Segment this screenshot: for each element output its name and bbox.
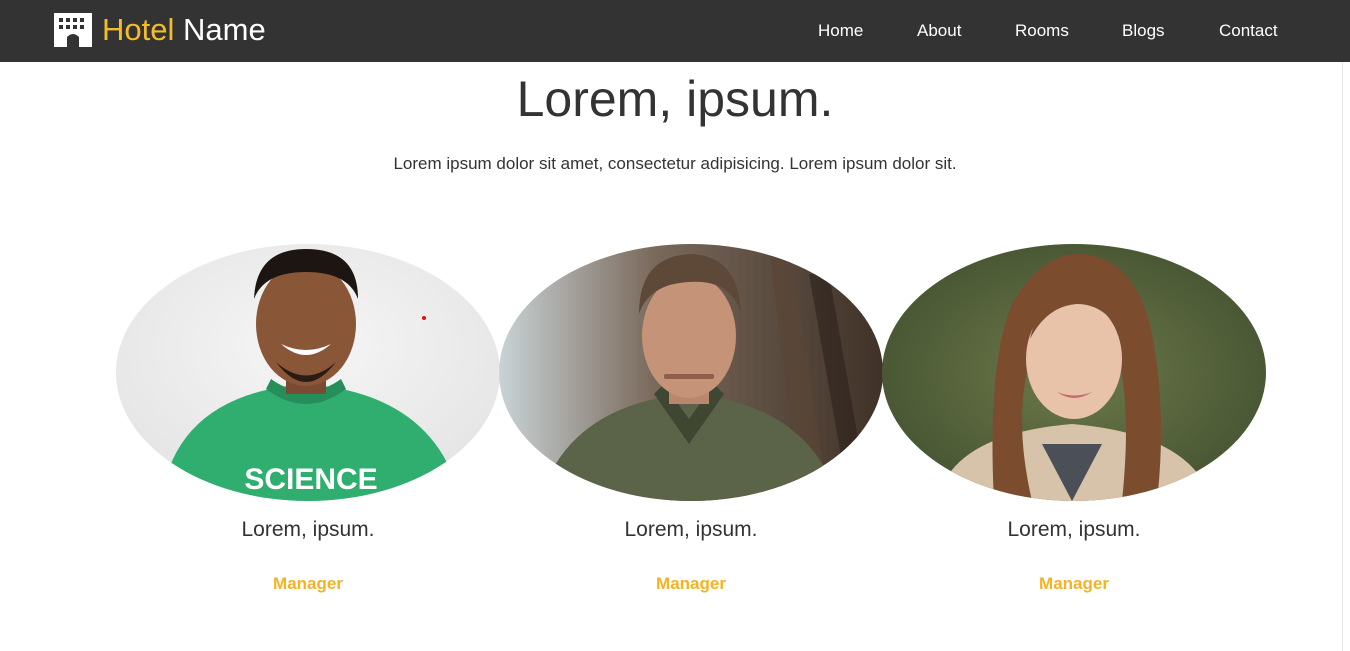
hotel-building-icon (54, 13, 92, 47)
team-card: Lorem, ipsum. Manager (499, 244, 883, 604)
team-member-name: Lorem, ipsum. (1007, 518, 1141, 541)
brand-logo[interactable]: Hotel Name (54, 12, 266, 48)
team-member-role: Manager (656, 574, 726, 593)
team-card: SCIENCE Lorem, ipsum. Manager (116, 244, 500, 604)
team-card: Lorem, ipsum. Manager (882, 244, 1266, 604)
team-member-photo (499, 244, 883, 501)
top-navbar: Hotel Name Home About Rooms Blogs Contac… (0, 0, 1350, 62)
svg-text:SCIENCE: SCIENCE (244, 463, 377, 496)
nav-link-home[interactable]: Home (818, 21, 863, 41)
nav-link-blogs[interactable]: Blogs (1122, 21, 1165, 41)
brand-name-part1: Hotel (102, 12, 175, 47)
team-member-photo: SCIENCE (116, 244, 500, 501)
person-photo-1: SCIENCE (116, 244, 500, 501)
nav-link-about[interactable]: About (917, 21, 961, 41)
team-member-name: Lorem, ipsum. (241, 518, 375, 541)
person-photo-2 (499, 244, 883, 501)
team-member-photo (882, 244, 1266, 501)
nav-link-contact[interactable]: Contact (1219, 21, 1278, 41)
team-member-role: Manager (1039, 574, 1109, 593)
team-member-name: Lorem, ipsum. (624, 518, 758, 541)
brand-name: Hotel Name (102, 12, 266, 48)
brand-name-part2: Name (183, 12, 266, 47)
nav-link-rooms[interactable]: Rooms (1015, 21, 1069, 41)
section-title: Lorem, ipsum. (516, 71, 834, 127)
page-scrollbar[interactable] (1342, 62, 1350, 651)
section-subtitle: Lorem ipsum dolor sit amet, consectetur … (393, 154, 957, 173)
team-member-role: Manager (273, 574, 343, 593)
person-photo-3 (882, 244, 1266, 501)
